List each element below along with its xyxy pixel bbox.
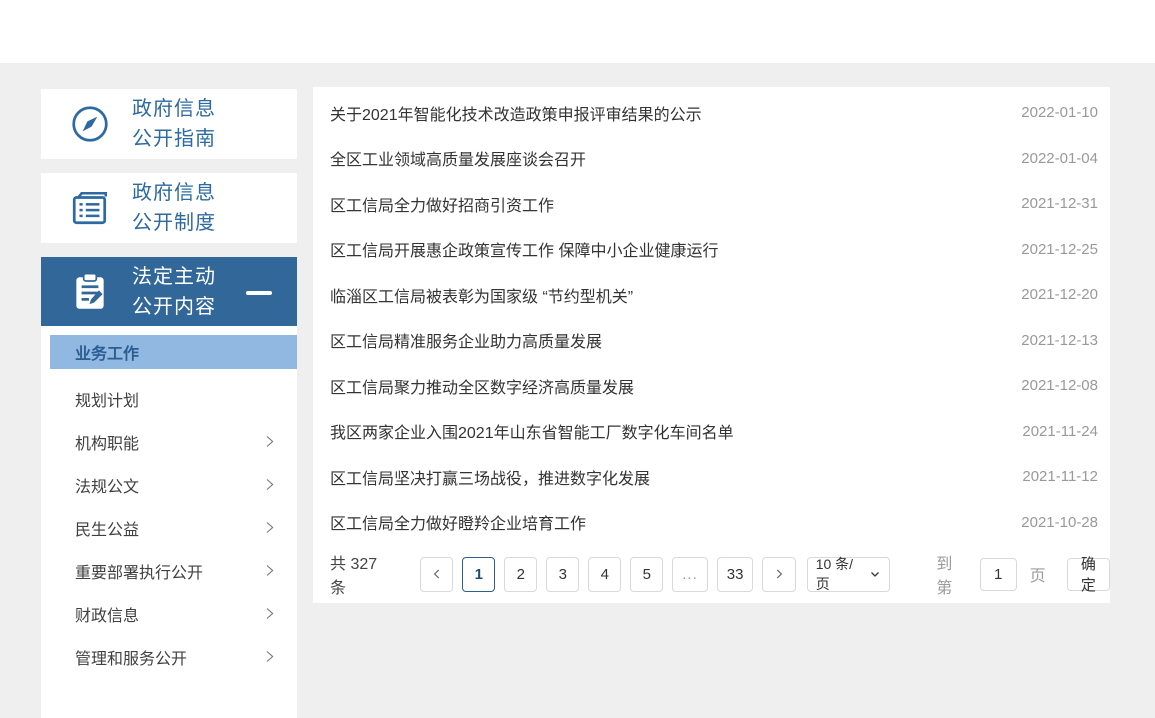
sidebar-item-statutory[interactable]: 法定主动 公开内容 — [41, 257, 297, 326]
article-date: 2021-11-12 — [1022, 468, 1098, 485]
top-band — [0, 0, 1155, 63]
page-button[interactable]: 1 — [462, 557, 495, 592]
article-date: 2022-01-04 — [1021, 150, 1098, 167]
page-button[interactable]: 2 — [504, 557, 537, 592]
article-title: 区工信局全力做好招商引资工作 — [330, 192, 554, 216]
sidebar-item-guide[interactable]: 政府信息 公开指南 — [41, 89, 297, 159]
notebook-icon — [68, 186, 112, 230]
confirm-button[interactable]: 确定 — [1067, 558, 1110, 591]
chevron-right-icon — [262, 434, 277, 449]
article-date: 2021-11-24 — [1022, 423, 1098, 440]
sidebar-item-system-label: 政府信息 公开制度 — [132, 178, 216, 238]
sidebar-menu-item[interactable]: 法规公文 — [41, 463, 297, 506]
chevron-right-icon — [772, 567, 786, 581]
goto-prefix-label: 到第 — [936, 550, 966, 598]
compass-icon — [68, 102, 112, 146]
sidebar-menu-item[interactable]: 财政信息 — [41, 592, 297, 635]
page-button[interactable]: 33 — [717, 557, 754, 592]
article-title: 区工信局聚力推动全区数字经济高质量发展 — [330, 374, 634, 398]
article-date: 2021-10-28 — [1021, 514, 1098, 531]
sidebar-menu-item-label: 法规公文 — [75, 473, 139, 497]
article-row[interactable]: 我区两家企业入围2021年山东省智能工厂数字化车间名单 2021-11-24 — [313, 409, 1110, 455]
article-row[interactable]: 关于2021年智能化技术改造政策申报评审结果的公示 2022-01-10 — [313, 90, 1110, 136]
sidebar-menu-item-label: 重要部署执行公开 — [75, 559, 203, 583]
page-size-select[interactable]: 10 条/页 — [807, 557, 891, 592]
article-date: 2021-12-13 — [1021, 332, 1098, 349]
article-row[interactable]: 区工信局开展惠企政策宣传工作 保障中小企业健康运行 2021-12-25 — [313, 227, 1110, 273]
page-ellipsis[interactable]: ... — [672, 557, 708, 592]
article-date: 2021-12-08 — [1021, 377, 1098, 394]
article-row[interactable]: 区工信局精准服务企业助力高质量发展 2021-12-13 — [313, 318, 1110, 364]
article-title: 区工信局开展惠企政策宣传工作 保障中小企业健康运行 — [330, 237, 718, 261]
sidebar-submenu: 业务工作 规划计划 机构职能 法规公文 民生公益 重要部署执行公开 财政信息 — [41, 326, 297, 718]
article-title: 区工信局坚决打赢三场战役，推进数字化发展 — [330, 465, 650, 489]
sidebar-menu-item-label: 规划计划 — [75, 387, 139, 411]
clipboard-pencil-icon — [68, 270, 112, 314]
sidebar-menu-item[interactable]: 民生公益 — [41, 506, 297, 549]
sidebar-menu-item-label: 管理和服务公开 — [75, 645, 187, 669]
article-title: 全区工业领域高质量发展座谈会召开 — [330, 146, 586, 170]
sidebar-menu-item[interactable]: 管理和服务公开 — [41, 635, 297, 678]
page-button[interactable]: 5 — [630, 557, 663, 592]
collapse-minus-icon[interactable] — [246, 291, 272, 295]
article-list: 关于2021年智能化技术改造政策申报评审结果的公示 2022-01-10 全区工… — [313, 90, 1110, 545]
sidebar-item-guide-label: 政府信息 公开指南 — [132, 94, 216, 154]
sidebar-menu-item-label: 机构职能 — [75, 430, 139, 454]
article-row[interactable]: 全区工业领域高质量发展座谈会召开 2022-01-04 — [313, 136, 1110, 182]
article-row[interactable]: 区工信局全力做好瞪羚企业培育工作 2021-10-28 — [313, 500, 1110, 546]
page-button[interactable]: 4 — [588, 557, 621, 592]
chevron-right-icon — [262, 649, 277, 664]
goto-page-input[interactable] — [980, 558, 1017, 591]
article-row[interactable]: 区工信局聚力推动全区数字经济高质量发展 2021-12-08 — [313, 363, 1110, 409]
article-date: 2022-01-10 — [1021, 104, 1098, 121]
page-buttons: 12345... 33 — [462, 557, 762, 592]
chevron-down-icon — [869, 568, 881, 580]
page-button[interactable]: 3 — [546, 557, 579, 592]
sidebar: 政府信息 公开指南 政府信息 公开制度 — [41, 89, 297, 718]
chevron-right-icon — [262, 563, 277, 578]
article-row[interactable]: 区工信局坚决打赢三场战役，推进数字化发展 2021-11-12 — [313, 454, 1110, 500]
article-row[interactable]: 区工信局全力做好招商引资工作 2021-12-31 — [313, 181, 1110, 227]
article-title: 临淄区工信局被表彰为国家级 “节约型机关” — [330, 283, 633, 307]
article-row[interactable]: 临淄区工信局被表彰为国家级 “节约型机关” 2021-12-20 — [313, 272, 1110, 318]
sidebar-item-system[interactable]: 政府信息 公开制度 — [41, 173, 297, 243]
next-page-button[interactable] — [762, 557, 795, 592]
sidebar-item-statutory-label: 法定主动 公开内容 — [132, 262, 216, 322]
sidebar-menu-item-label: 财政信息 — [75, 602, 139, 626]
article-title: 关于2021年智能化技术改造政策申报评审结果的公示 — [330, 101, 702, 125]
sidebar-menu-item[interactable]: 规划计划 — [41, 377, 297, 420]
sidebar-menu-item[interactable]: 业务工作 — [50, 335, 297, 369]
total-count: 共 327 条 — [330, 550, 394, 598]
article-date: 2021-12-20 — [1021, 286, 1098, 303]
chevron-right-icon — [262, 606, 277, 621]
pagination: 共 327 条 12345... 33 10 条/页 到第 页 确定 — [313, 545, 1110, 603]
goto-suffix-label: 页 — [1030, 562, 1046, 586]
article-title: 我区两家企业入围2021年山东省智能工厂数字化车间名单 — [330, 419, 734, 443]
sidebar-menu-item-label: 业务工作 — [75, 340, 139, 364]
prev-page-button[interactable] — [420, 557, 453, 592]
chevron-right-icon — [262, 520, 277, 535]
chevron-right-icon — [262, 477, 277, 492]
article-title: 区工信局全力做好瞪羚企业培育工作 — [330, 510, 586, 534]
article-date: 2021-12-31 — [1021, 195, 1098, 212]
sidebar-menu-item-label: 民生公益 — [75, 516, 139, 540]
content-panel: 关于2021年智能化技术改造政策申报评审结果的公示 2022-01-10 全区工… — [313, 87, 1110, 603]
article-title: 区工信局精准服务企业助力高质量发展 — [330, 328, 602, 352]
sidebar-menu-item[interactable]: 机构职能 — [41, 420, 297, 463]
article-date: 2021-12-25 — [1021, 241, 1098, 258]
chevron-left-icon — [430, 567, 444, 581]
page-size-value: 10 条/页 — [816, 554, 864, 594]
sidebar-menu-item[interactable]: 重要部署执行公开 — [41, 549, 297, 592]
